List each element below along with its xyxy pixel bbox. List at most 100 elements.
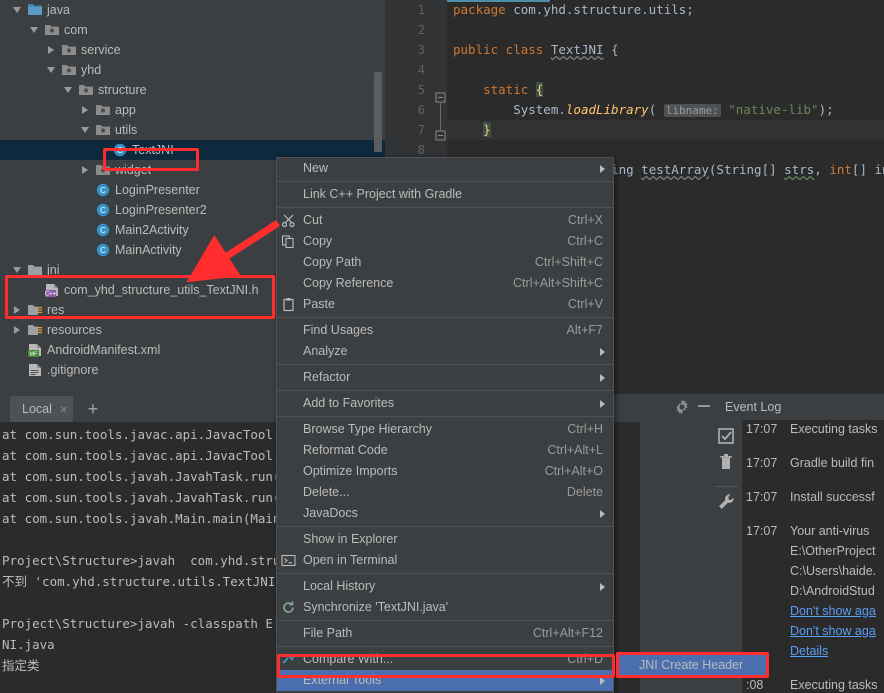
- folder-plain: [28, 260, 44, 280]
- menu-item-synchronize-textjni-java[interactable]: Synchronize 'TextJNI.java': [277, 597, 613, 618]
- svg-text:C: C: [100, 226, 106, 235]
- menu-item-shortcut: Ctrl+Alt+O: [544, 464, 603, 478]
- manifest-icon: MF: [28, 340, 44, 360]
- menu-item-local-history[interactable]: Local History: [277, 576, 613, 597]
- menu-item-file-path[interactable]: File Path Ctrl+Alt+F12: [277, 623, 613, 644]
- menu-separator: [277, 207, 613, 208]
- menu-item-shortcut: Ctrl+C: [567, 234, 603, 248]
- terminal-icon: [281, 553, 296, 568]
- event-message: Install successf: [790, 490, 875, 504]
- chevron-down-icon[interactable]: [46, 60, 56, 80]
- wrench-icon[interactable]: [716, 492, 736, 512]
- chevron-right-icon[interactable]: [12, 300, 22, 320]
- terminal-tab-local[interactable]: Local ×: [10, 396, 74, 422]
- tree-item-service[interactable]: service: [0, 40, 385, 60]
- svg-text:C: C: [100, 206, 106, 215]
- event-log-entry[interactable]: :08 Executing tasks: [742, 678, 884, 693]
- menu-item-add-to-favorites[interactable]: Add to Favorites: [277, 393, 613, 414]
- menu-item-show-in-explorer[interactable]: Show in Explorer: [277, 529, 613, 550]
- svg-text:C++: C++: [45, 292, 57, 297]
- close-icon[interactable]: ×: [60, 402, 68, 417]
- event-log-entry[interactable]: 17:07 Gradle build fin: [742, 456, 884, 490]
- event-message: Executing tasks: [790, 678, 878, 692]
- tree-item-app[interactable]: app: [0, 100, 385, 120]
- submenu-arrow-icon: [600, 583, 605, 591]
- class-icon: C: [96, 180, 112, 200]
- menu-item-label: Analyze: [303, 344, 348, 358]
- mark-read-icon[interactable]: [716, 426, 736, 446]
- tree-item-yhd[interactable]: yhd: [0, 60, 385, 80]
- clipboard-icon: [281, 297, 296, 312]
- chevron-right-icon[interactable]: [46, 40, 56, 60]
- menu-item-paste[interactable]: Paste Ctrl+V: [277, 294, 613, 315]
- chevron-right-icon[interactable]: [80, 160, 90, 180]
- event-action-link[interactable]: Don't show aga: [790, 604, 876, 618]
- menu-item-label: External Tools: [303, 673, 382, 687]
- minimize-icon[interactable]: [698, 405, 710, 407]
- tree-item-structure[interactable]: structure: [0, 80, 385, 100]
- menu-separator: [277, 573, 613, 574]
- chevron-down-icon[interactable]: [80, 120, 90, 140]
- chevron-right-icon[interactable]: [12, 320, 22, 340]
- svg-text:MF: MF: [30, 352, 39, 357]
- folder-blue: [28, 0, 44, 20]
- event-message: C:\Users\haide.: [790, 564, 877, 578]
- tree-item-label: service: [81, 43, 121, 57]
- tree-item-label: resources: [47, 323, 102, 337]
- menu-item-reformat-code[interactable]: Reformat Code Ctrl+Alt+L: [277, 440, 613, 461]
- folder-pkg: [96, 160, 112, 180]
- menu-item-cut[interactable]: Cut Ctrl+X: [277, 210, 613, 231]
- submenu-arrow-icon: [600, 165, 605, 173]
- event-log-entry[interactable]: 17:07 Install successf: [742, 490, 884, 524]
- menu-item-copy-path[interactable]: Copy Path Ctrl+Shift+C: [277, 252, 613, 273]
- gear-icon[interactable]: [673, 398, 691, 416]
- menu-item-find-usages[interactable]: Find Usages Alt+F7: [277, 320, 613, 341]
- context-menu[interactable]: New Link C++ Project with Gradle Cut Ctrl+X…: [276, 157, 614, 693]
- code-line-3: public class TextJNI {: [453, 42, 619, 57]
- menu-item-optimize-imports[interactable]: Optimize Imports Ctrl+Alt+O: [277, 461, 613, 482]
- chevron-down-icon[interactable]: [63, 80, 73, 100]
- menu-item-external-tools[interactable]: External Tools: [277, 670, 613, 691]
- cpp-header-icon: C++: [45, 280, 61, 300]
- tree-scrollbar[interactable]: [374, 72, 382, 152]
- tree-item-label: Main2Activity: [115, 223, 189, 237]
- add-terminal-button[interactable]: +: [80, 396, 106, 422]
- chevron-right-icon[interactable]: [80, 100, 90, 120]
- menu-item-open-in-terminal[interactable]: Open in Terminal: [277, 550, 613, 571]
- chevron-down-icon[interactable]: [12, 0, 22, 20]
- line-number: 6: [417, 103, 425, 117]
- chevron-down-icon[interactable]: [29, 20, 39, 40]
- tree-item-utils[interactable]: utils: [0, 120, 385, 140]
- menu-item-new[interactable]: New: [277, 158, 613, 179]
- menu-item-link-c-project-with-gradle[interactable]: Link C++ Project with Gradle: [277, 184, 613, 205]
- menu-item-compare-with[interactable]: Compare With... Ctrl+D: [277, 649, 613, 670]
- menu-item-label: Reformat Code: [303, 443, 388, 457]
- menu-item-label: New: [303, 161, 329, 175]
- menu-item-copy[interactable]: Copy Ctrl+C: [277, 231, 613, 252]
- submenu-item-jni-create-header[interactable]: JNI Create Header: [617, 654, 767, 676]
- menu-item-javadocs[interactable]: JavaDocs: [277, 503, 613, 524]
- menu-item-copy-reference[interactable]: Copy Reference Ctrl+Alt+Shift+C: [277, 273, 613, 294]
- chevron-down-icon[interactable]: [12, 260, 22, 280]
- folder-pkg: [62, 60, 78, 80]
- menu-item-analyze[interactable]: Analyze: [277, 341, 613, 362]
- bottom-panel-header: Event Log: [610, 394, 884, 420]
- tree-item-label: com_yhd_structure_utils_TextJNI.h: [64, 283, 259, 297]
- menu-item-delete[interactable]: Delete... Delete: [277, 482, 613, 503]
- external-tools-submenu[interactable]: JNI Create Header: [616, 653, 768, 677]
- menu-item-label: Refactor: [303, 370, 351, 384]
- menu-item-browse-type-hierarchy[interactable]: Browse Type Hierarchy Ctrl+H: [277, 419, 613, 440]
- submenu-arrow-icon: [600, 510, 605, 518]
- menu-separator: [277, 364, 613, 365]
- tree-item-label: AndroidManifest.xml: [47, 343, 161, 357]
- tree-item-com[interactable]: com: [0, 20, 385, 40]
- event-log-entry[interactable]: 17:07 Executing tasks: [742, 422, 884, 456]
- menu-item-refactor[interactable]: Refactor: [277, 367, 613, 388]
- refresh-icon: [281, 600, 296, 615]
- trash-icon[interactable]: [716, 452, 736, 472]
- event-action-link[interactable]: Don't show aga: [790, 624, 876, 638]
- tree-item-java[interactable]: java: [0, 0, 385, 20]
- event-action-link[interactable]: Details: [790, 644, 828, 658]
- svg-text:C: C: [100, 246, 106, 255]
